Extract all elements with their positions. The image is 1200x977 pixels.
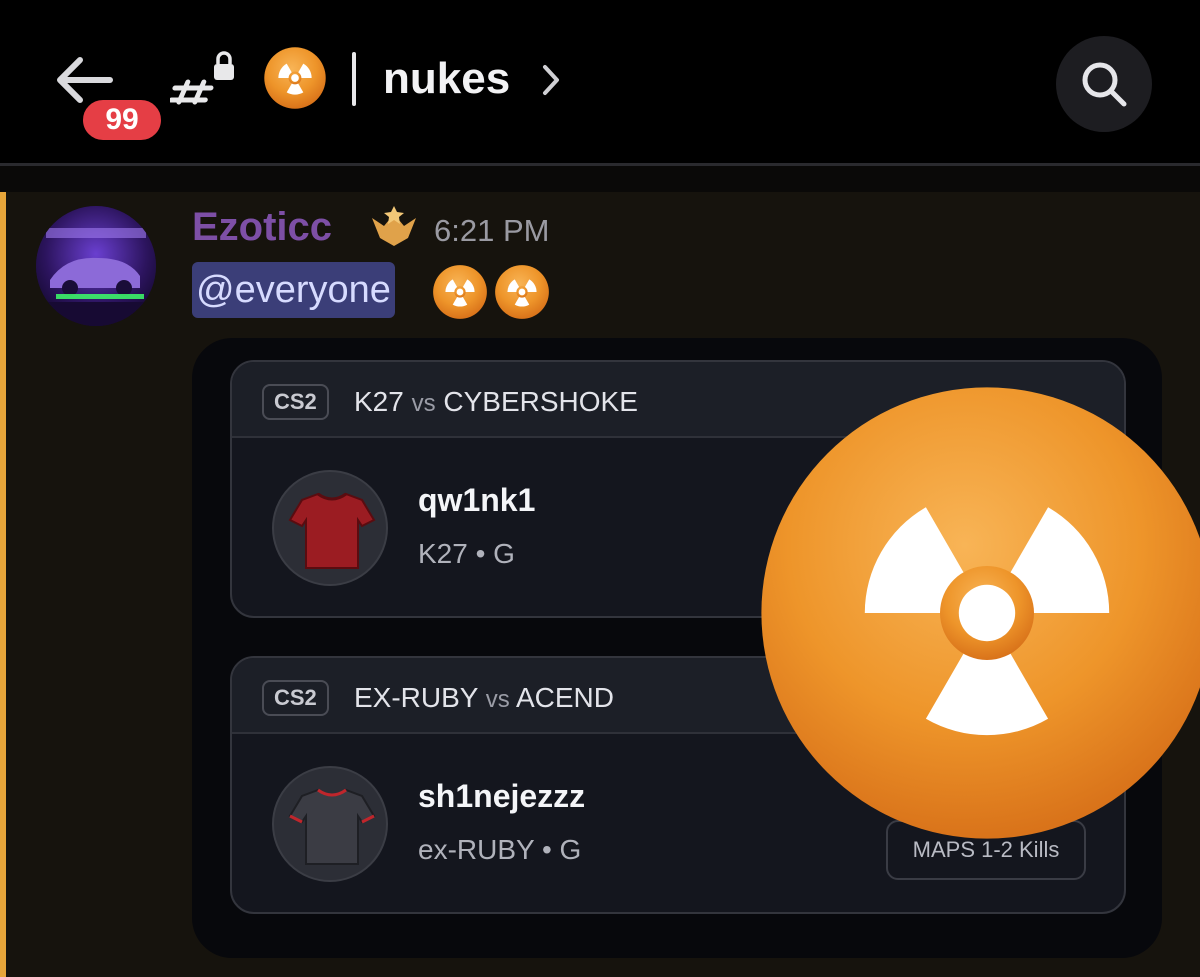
game-tag: CS2 [262,384,329,420]
radioactive-emoji[interactable] [432,264,488,320]
game-tag: CS2 [262,680,329,716]
role-badge-icon[interactable] [366,204,422,250]
jersey-avatar [272,470,388,586]
jersey-avatar [272,766,388,882]
chevron-right-icon[interactable] [540,62,562,98]
hashtag-lock-icon [168,48,240,118]
match-title: EX-RUBY vs ACEND [354,680,614,718]
radioactive-emoji [263,46,327,110]
team-b: ACEND [515,682,614,713]
mention-highlight-bar [0,192,6,977]
channel-header: 99 nukes [0,0,1200,163]
radioactive-emoji [752,374,1200,852]
vs-label: vs [411,390,436,417]
jersey-icon [288,788,376,865]
chat-gap [0,166,1200,192]
match-title: K27 vs CYBERSHOKE [354,384,638,422]
avatar[interactable] [36,206,156,326]
player-team: ex-RUBY • G [418,834,582,865]
channel-name[interactable]: nukes [383,52,510,106]
player-name: qw1nk1 [418,482,536,518]
unread-badge: 99 [80,97,164,143]
message-timestamp: 6:21 PM [434,213,550,248]
team-b: CYBERSHOKE [443,386,638,417]
vs-label: vs [485,686,510,713]
radioactive-emoji[interactable] [494,264,550,320]
message-author[interactable]: Ezoticc [192,202,332,252]
player-name: sh1nejezzz [418,778,586,814]
jersey-icon [288,492,376,569]
title-separator [352,52,356,106]
search-icon [1082,62,1127,107]
everyone-mention[interactable]: @everyone [192,262,395,318]
team-a: EX-RUBY [354,682,478,713]
search-button[interactable] [1056,36,1152,132]
player-team: K27 • G [418,538,515,569]
team-a: K27 [354,386,404,417]
